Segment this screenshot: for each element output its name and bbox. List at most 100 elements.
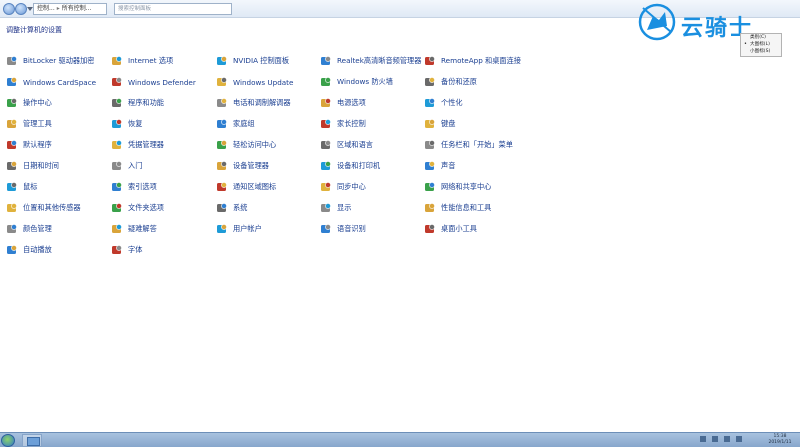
breadcrumb-all-items[interactable]: 所有控制... <box>62 5 92 12</box>
defender-icon <box>111 76 123 88</box>
cardspace-icon <box>6 76 18 88</box>
control-panel-item[interactable]: 管理工具 <box>6 117 52 131</box>
windows-update-icon <box>216 76 228 88</box>
performance-icon <box>424 202 436 214</box>
user-accounts-icon <box>216 223 228 235</box>
control-panel-item[interactable]: 轻松访问中心 <box>216 138 276 152</box>
forward-button[interactable] <box>15 3 27 15</box>
control-panel-item[interactable]: 网络和共享中心 <box>424 180 491 194</box>
control-panel-item[interactable]: Windows Update <box>216 75 293 89</box>
control-panel-item[interactable]: 入门 <box>111 159 142 173</box>
control-panel-item[interactable]: Internet 选项 <box>111 54 173 68</box>
control-panel-item[interactable]: Realtek高清晰音频管理器 <box>320 54 421 68</box>
recovery-icon <box>111 118 123 130</box>
control-panel-item-label: 用户帐户 <box>233 224 262 233</box>
control-panel-item[interactable]: 电源选项 <box>320 96 366 110</box>
control-panel-item-label: 电源选项 <box>337 98 366 107</box>
control-panel-item-label: Internet 选项 <box>128 56 174 65</box>
control-panel-item-label: 凭据管理器 <box>128 140 164 149</box>
control-panel-item[interactable]: 键盘 <box>424 117 455 131</box>
control-panel-item[interactable]: 显示 <box>320 201 351 215</box>
control-panel-item-label: 设备和打印机 <box>337 161 381 170</box>
control-panel-item[interactable]: 系统 <box>216 201 247 215</box>
control-panel-item[interactable]: 桌面小工具 <box>424 222 477 236</box>
taskbar-clock[interactable]: 15:38 2019/1/11 <box>762 434 798 446</box>
control-panel-item-label: 个性化 <box>441 98 463 107</box>
bitlocker-icon <box>6 55 18 67</box>
control-panel-item[interactable]: 家庭组 <box>216 117 255 131</box>
control-panel-item-label: 区域和语言 <box>337 140 373 149</box>
search-input[interactable]: 搜索控制面板 <box>114 3 232 15</box>
view-menu-item-small-icons[interactable]: 小图标(S) <box>741 48 781 55</box>
control-panel-item[interactable]: 凭据管理器 <box>111 138 164 152</box>
control-panel-item-label: 字体 <box>128 245 143 254</box>
control-panel-item[interactable]: 日期和时间 <box>6 159 59 173</box>
control-panel-item-label: 网络和共享中心 <box>441 182 492 191</box>
control-panel-item[interactable]: 通知区域图标 <box>216 180 276 194</box>
back-button[interactable] <box>3 3 15 15</box>
control-panel-item-label: NVIDIA 控制面板 <box>233 56 290 65</box>
breadcrumb-control-panel[interactable]: 控制... <box>37 5 55 12</box>
control-panel-item[interactable]: 设备和打印机 <box>320 159 380 173</box>
tray-network-icon[interactable] <box>712 436 718 442</box>
control-panel-item[interactable]: 操作中心 <box>6 96 52 110</box>
start-button[interactable] <box>1 434 15 447</box>
control-panel-item[interactable]: BitLocker 驱动器加密 <box>6 54 94 68</box>
control-panel-item[interactable]: 备份和还原 <box>424 75 477 89</box>
tray-volume-icon[interactable] <box>724 436 730 442</box>
control-panel-item[interactable]: 性能信息和工具 <box>424 201 491 215</box>
control-panel-item[interactable]: 字体 <box>111 243 142 257</box>
control-panel-item[interactable]: 文件夹选项 <box>111 201 164 215</box>
control-panel-item-label: 疑难解答 <box>128 224 157 233</box>
control-panel-item[interactable]: Windows Defender <box>111 75 196 89</box>
parental-controls-icon <box>320 118 332 130</box>
control-panel-item[interactable]: NVIDIA 控制面板 <box>216 54 289 68</box>
control-panel-item[interactable]: Windows CardSpace <box>6 75 96 89</box>
control-panel-item[interactable]: 个性化 <box>424 96 463 110</box>
backup-icon <box>424 76 436 88</box>
control-panel-item[interactable]: 家长控制 <box>320 117 366 131</box>
control-panel-item[interactable]: 颜色管理 <box>6 222 52 236</box>
control-panel-item[interactable]: 电话和调制解调器 <box>216 96 291 110</box>
network-icon <box>424 181 436 193</box>
control-panel-item[interactable]: 鼠标 <box>6 180 37 194</box>
control-panel-item[interactable]: 用户帐户 <box>216 222 262 236</box>
control-panel-item[interactable]: 默认程序 <box>6 138 52 152</box>
ease-of-access-icon <box>216 139 228 151</box>
admin-tools-icon <box>6 118 18 130</box>
view-menu-item-category[interactable]: 类别(C) <box>741 34 781 41</box>
control-panel-item[interactable]: 自动播放 <box>6 243 52 257</box>
autoplay-icon <box>6 244 18 256</box>
control-panel-item-label: 声音 <box>441 161 456 170</box>
tray-ime-icon[interactable] <box>736 436 742 442</box>
control-panel-item[interactable]: 程序和功能 <box>111 96 164 110</box>
control-panel-item[interactable]: 位置和其他传感器 <box>6 201 81 215</box>
control-panel-item[interactable]: 设备管理器 <box>216 159 269 173</box>
control-panel-item-label: 文件夹选项 <box>128 203 164 212</box>
region-language-icon <box>320 139 332 151</box>
control-panel-item[interactable]: 区域和语言 <box>320 138 373 152</box>
taskbar-explorer-button[interactable] <box>22 434 42 447</box>
page-title: 调整计算机的设置 <box>6 26 62 34</box>
control-panel-item-label: 备份和还原 <box>441 77 477 86</box>
control-panel-item[interactable]: 疑难解答 <box>111 222 157 236</box>
default-programs-icon <box>6 139 18 151</box>
control-panel-item[interactable]: 语音识别 <box>320 222 366 236</box>
sync-center-icon <box>320 181 332 193</box>
control-panel-item[interactable]: Windows 防火墙 <box>320 75 393 89</box>
control-panel-item-label: 通知区域图标 <box>233 182 277 191</box>
control-panel-item[interactable]: 声音 <box>424 159 455 173</box>
tray-flag-icon[interactable] <box>700 436 706 442</box>
personalization-icon <box>424 97 436 109</box>
view-menu-item-large-icons[interactable]: 大图标(L) <box>741 41 781 48</box>
system-icon <box>216 202 228 214</box>
control-panel-item-label: 日期和时间 <box>23 161 59 170</box>
control-panel-item[interactable]: 任务栏和「开始」菜单 <box>424 138 513 152</box>
control-panel-item[interactable]: 索引选项 <box>111 180 157 194</box>
control-panel-item[interactable]: 同步中心 <box>320 180 366 194</box>
control-panel-item-label: 显示 <box>337 203 352 212</box>
control-panel-item[interactable]: RemoteApp 和桌面连接 <box>424 54 521 68</box>
address-bar[interactable]: 控制... ▸ 所有控制... <box>33 3 107 15</box>
control-panel-item[interactable]: 恢复 <box>111 117 142 131</box>
control-panel-item-label: 自动播放 <box>23 245 52 254</box>
